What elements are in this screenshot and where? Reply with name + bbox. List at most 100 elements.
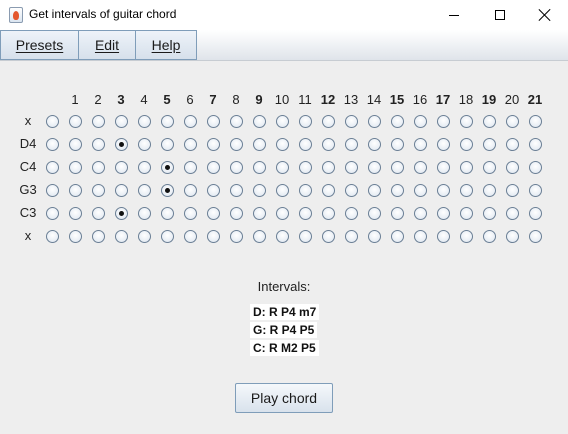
- fret-radio-button[interactable]: [276, 138, 289, 151]
- fret-radio-button[interactable]: [46, 207, 59, 220]
- fret-radio-button[interactable]: [483, 161, 496, 174]
- fret-radio-button[interactable]: [276, 184, 289, 197]
- fret-radio-button[interactable]: [529, 184, 542, 197]
- fret-radio-button[interactable]: [322, 230, 335, 243]
- fret-radio-button[interactable]: [253, 230, 266, 243]
- fret-radio-button[interactable]: [253, 184, 266, 197]
- fret-radio-button[interactable]: [322, 207, 335, 220]
- fret-radio-button[interactable]: [414, 161, 427, 174]
- fret-radio-button[interactable]: [253, 115, 266, 128]
- fret-radio-button[interactable]: [161, 184, 174, 197]
- fret-radio-button[interactable]: [230, 207, 243, 220]
- fret-radio-button[interactable]: [69, 138, 82, 151]
- fret-radio-button[interactable]: [506, 115, 519, 128]
- fret-radio-button[interactable]: [437, 230, 450, 243]
- fret-radio-button[interactable]: [207, 161, 220, 174]
- fret-radio-button[interactable]: [437, 138, 450, 151]
- fret-radio-button[interactable]: [184, 161, 197, 174]
- fret-radio-button[interactable]: [368, 207, 381, 220]
- fret-radio-button[interactable]: [345, 184, 358, 197]
- fret-radio-button[interactable]: [92, 184, 105, 197]
- fret-radio-button[interactable]: [207, 230, 220, 243]
- fret-radio-button[interactable]: [322, 138, 335, 151]
- fret-radio-button[interactable]: [368, 230, 381, 243]
- fret-radio-button[interactable]: [506, 138, 519, 151]
- fret-radio-button[interactable]: [391, 230, 404, 243]
- fret-radio-button[interactable]: [414, 138, 427, 151]
- fret-radio-button[interactable]: [483, 138, 496, 151]
- fret-radio-button[interactable]: [46, 230, 59, 243]
- fret-radio-button[interactable]: [46, 184, 59, 197]
- fret-radio-button[interactable]: [276, 115, 289, 128]
- fret-radio-button[interactable]: [299, 161, 312, 174]
- play-chord-button[interactable]: Play chord: [235, 383, 333, 413]
- fret-radio-button[interactable]: [207, 138, 220, 151]
- fret-radio-button[interactable]: [368, 184, 381, 197]
- fret-radio-button[interactable]: [506, 207, 519, 220]
- menu-edit[interactable]: Edit: [78, 30, 136, 60]
- fret-radio-button[interactable]: [437, 207, 450, 220]
- menu-help[interactable]: Help: [135, 30, 197, 60]
- fret-radio-button[interactable]: [460, 230, 473, 243]
- fret-radio-button[interactable]: [460, 161, 473, 174]
- fret-radio-button[interactable]: [184, 138, 197, 151]
- fret-radio-button[interactable]: [276, 230, 289, 243]
- fret-radio-button[interactable]: [345, 138, 358, 151]
- fret-radio-button[interactable]: [115, 138, 128, 151]
- fret-radio-button[interactable]: [483, 184, 496, 197]
- fret-radio-button[interactable]: [115, 161, 128, 174]
- fret-radio-button[interactable]: [460, 115, 473, 128]
- fret-radio-button[interactable]: [414, 230, 427, 243]
- fret-radio-button[interactable]: [437, 161, 450, 174]
- fret-radio-button[interactable]: [345, 207, 358, 220]
- fret-radio-button[interactable]: [92, 138, 105, 151]
- fret-radio-button[interactable]: [115, 207, 128, 220]
- fret-radio-button[interactable]: [483, 230, 496, 243]
- fret-radio-button[interactable]: [391, 138, 404, 151]
- fret-radio-button[interactable]: [506, 184, 519, 197]
- fret-radio-button[interactable]: [184, 115, 197, 128]
- fret-radio-button[interactable]: [391, 115, 404, 128]
- maximize-button[interactable]: [477, 0, 523, 30]
- fret-radio-button[interactable]: [276, 207, 289, 220]
- fret-radio-button[interactable]: [391, 161, 404, 174]
- menu-presets[interactable]: Presets: [0, 30, 79, 60]
- fret-radio-button[interactable]: [529, 207, 542, 220]
- fret-radio-button[interactable]: [92, 115, 105, 128]
- fret-radio-button[interactable]: [92, 207, 105, 220]
- fret-radio-button[interactable]: [483, 207, 496, 220]
- fret-radio-button[interactable]: [368, 138, 381, 151]
- fret-radio-button[interactable]: [184, 230, 197, 243]
- fret-radio-button[interactable]: [92, 230, 105, 243]
- fret-radio-button[interactable]: [138, 230, 151, 243]
- fret-radio-button[interactable]: [46, 115, 59, 128]
- fret-radio-button[interactable]: [69, 115, 82, 128]
- fret-radio-button[interactable]: [460, 207, 473, 220]
- fret-radio-button[interactable]: [391, 207, 404, 220]
- fret-radio-button[interactable]: [253, 207, 266, 220]
- fret-radio-button[interactable]: [138, 207, 151, 220]
- fret-radio-button[interactable]: [230, 161, 243, 174]
- fret-radio-button[interactable]: [161, 115, 174, 128]
- fret-radio-button[interactable]: [184, 207, 197, 220]
- fret-radio-button[interactable]: [161, 207, 174, 220]
- fret-radio-button[interactable]: [529, 138, 542, 151]
- fret-radio-button[interactable]: [345, 115, 358, 128]
- fret-radio-button[interactable]: [299, 138, 312, 151]
- fret-radio-button[interactable]: [207, 207, 220, 220]
- fret-radio-button[interactable]: [529, 230, 542, 243]
- minimize-button[interactable]: [431, 0, 477, 30]
- fret-radio-button[interactable]: [460, 138, 473, 151]
- fret-radio-button[interactable]: [506, 161, 519, 174]
- fret-radio-button[interactable]: [115, 184, 128, 197]
- fret-radio-button[interactable]: [138, 161, 151, 174]
- fret-radio-button[interactable]: [230, 115, 243, 128]
- fret-radio-button[interactable]: [161, 138, 174, 151]
- fret-radio-button[interactable]: [115, 230, 128, 243]
- fret-radio-button[interactable]: [46, 138, 59, 151]
- fret-radio-button[interactable]: [161, 230, 174, 243]
- fret-radio-button[interactable]: [460, 184, 473, 197]
- fret-radio-button[interactable]: [253, 138, 266, 151]
- fret-radio-button[interactable]: [253, 161, 266, 174]
- fret-radio-button[interactable]: [161, 161, 174, 174]
